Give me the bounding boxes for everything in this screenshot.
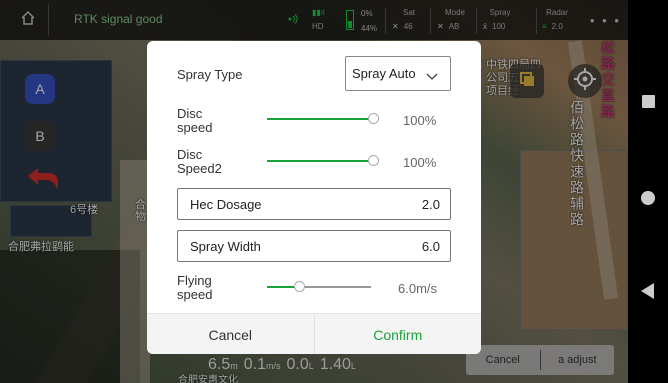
slider-thumb[interactable] [368,155,379,166]
spray-width-label: Spray Width [190,239,261,254]
spray-width-value: 6.0 [421,239,440,254]
hec-dosage-label: Hec Dosage [190,197,262,212]
disc-speed-label: Disc speed [177,107,212,135]
dialog-footer: Cancel Confirm [147,313,481,354]
hec-dosage-field[interactable]: Hec Dosage 2.0 [177,188,451,220]
spray-settings-dialog: Spray Type Spray Auto Disc speed 100% Di… [147,41,481,354]
chevron-down-icon [426,69,438,84]
slider-thumb[interactable] [294,281,305,292]
disc-speed-value: 100% [403,113,437,128]
home-nav-icon[interactable] [641,191,655,205]
system-nav-bar [628,0,668,383]
disc-speed2-value: 100% [403,155,437,170]
flying-speed-slider[interactable] [267,281,371,293]
back-nav-icon[interactable] [641,283,654,299]
disc-speed2-slider[interactable] [267,155,379,167]
hec-dosage-value: 2.0 [421,197,440,212]
spray-type-value: Spray Auto [352,66,416,81]
spray-width-field[interactable]: Spray Width 6.0 [177,230,451,262]
slider-thumb[interactable] [368,113,379,124]
flying-speed-label: Flying speed [177,274,212,302]
spray-type-label: Spray Type [177,67,243,82]
recent-apps-icon[interactable] [642,95,655,108]
spray-type-select[interactable]: Spray Auto [345,56,451,91]
confirm-button[interactable]: Confirm [315,314,482,354]
disc-speed2-label-line2: Speed2 [177,161,222,176]
disc-speed-label-line1: Disc [177,106,203,121]
disc-speed2-label-line1: Disc [177,147,203,162]
cancel-button[interactable]: Cancel [147,314,315,354]
flying-speed-label-line2: speed [177,287,213,302]
disc-speed2-label: Disc Speed2 [177,148,222,176]
disc-speed-label-line2: speed [177,120,213,135]
flying-speed-value: 6.0m/s [398,281,438,296]
flying-speed-label-line1: Flying [177,273,212,288]
disc-speed-slider[interactable] [267,113,379,125]
